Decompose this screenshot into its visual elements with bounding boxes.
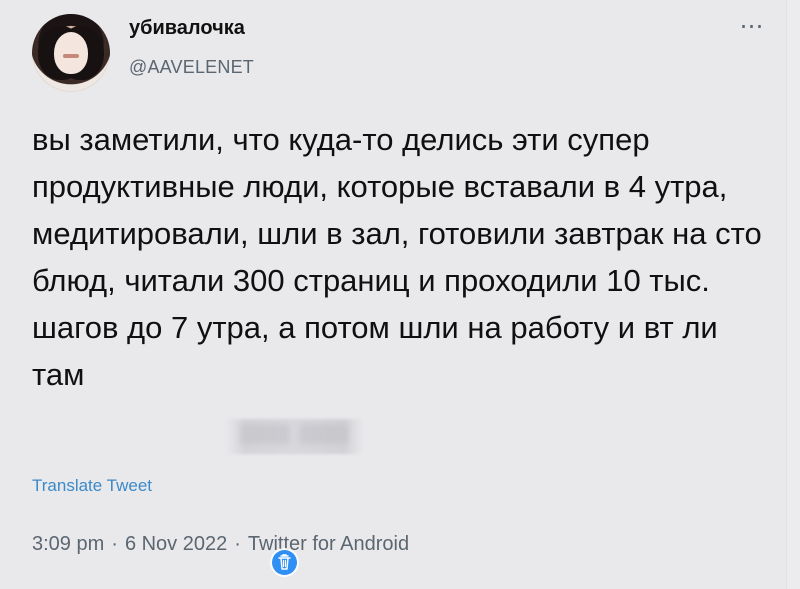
username[interactable]: @AAVELENET	[129, 57, 254, 77]
meta-separator: ·	[234, 533, 241, 555]
trash-icon-glyph	[278, 554, 291, 570]
translate-link[interactable]: Translate Tweet	[32, 475, 152, 497]
tweet-text: вы заметили, что куда-то делись эти супе…	[32, 122, 762, 392]
tweet-meta: 3:09 pm · 6 Nov 2022 · Twitter for Android	[32, 532, 409, 556]
tweet-header: убивалочка @AAVELENET ⋯	[32, 14, 772, 94]
tweet-card: убивалочка @AAVELENET ⋯ вы заметили, что…	[0, 0, 800, 589]
trash-icon[interactable]	[272, 550, 297, 575]
avatar[interactable]	[32, 14, 110, 92]
meta-separator: ·	[111, 533, 118, 555]
right-edge	[786, 0, 800, 589]
user-block: убивалочка @AAVELENET	[129, 16, 254, 77]
display-name[interactable]: убивалочка	[129, 16, 254, 40]
tweet-date: 6 Nov 2022	[124, 533, 228, 555]
tweet-time: 3:09 pm	[32, 533, 105, 555]
tweet-source[interactable]: Twitter for Android	[248, 533, 409, 555]
blurred-text-patch	[226, 419, 363, 454]
more-icon[interactable]: ⋯	[738, 15, 766, 39]
